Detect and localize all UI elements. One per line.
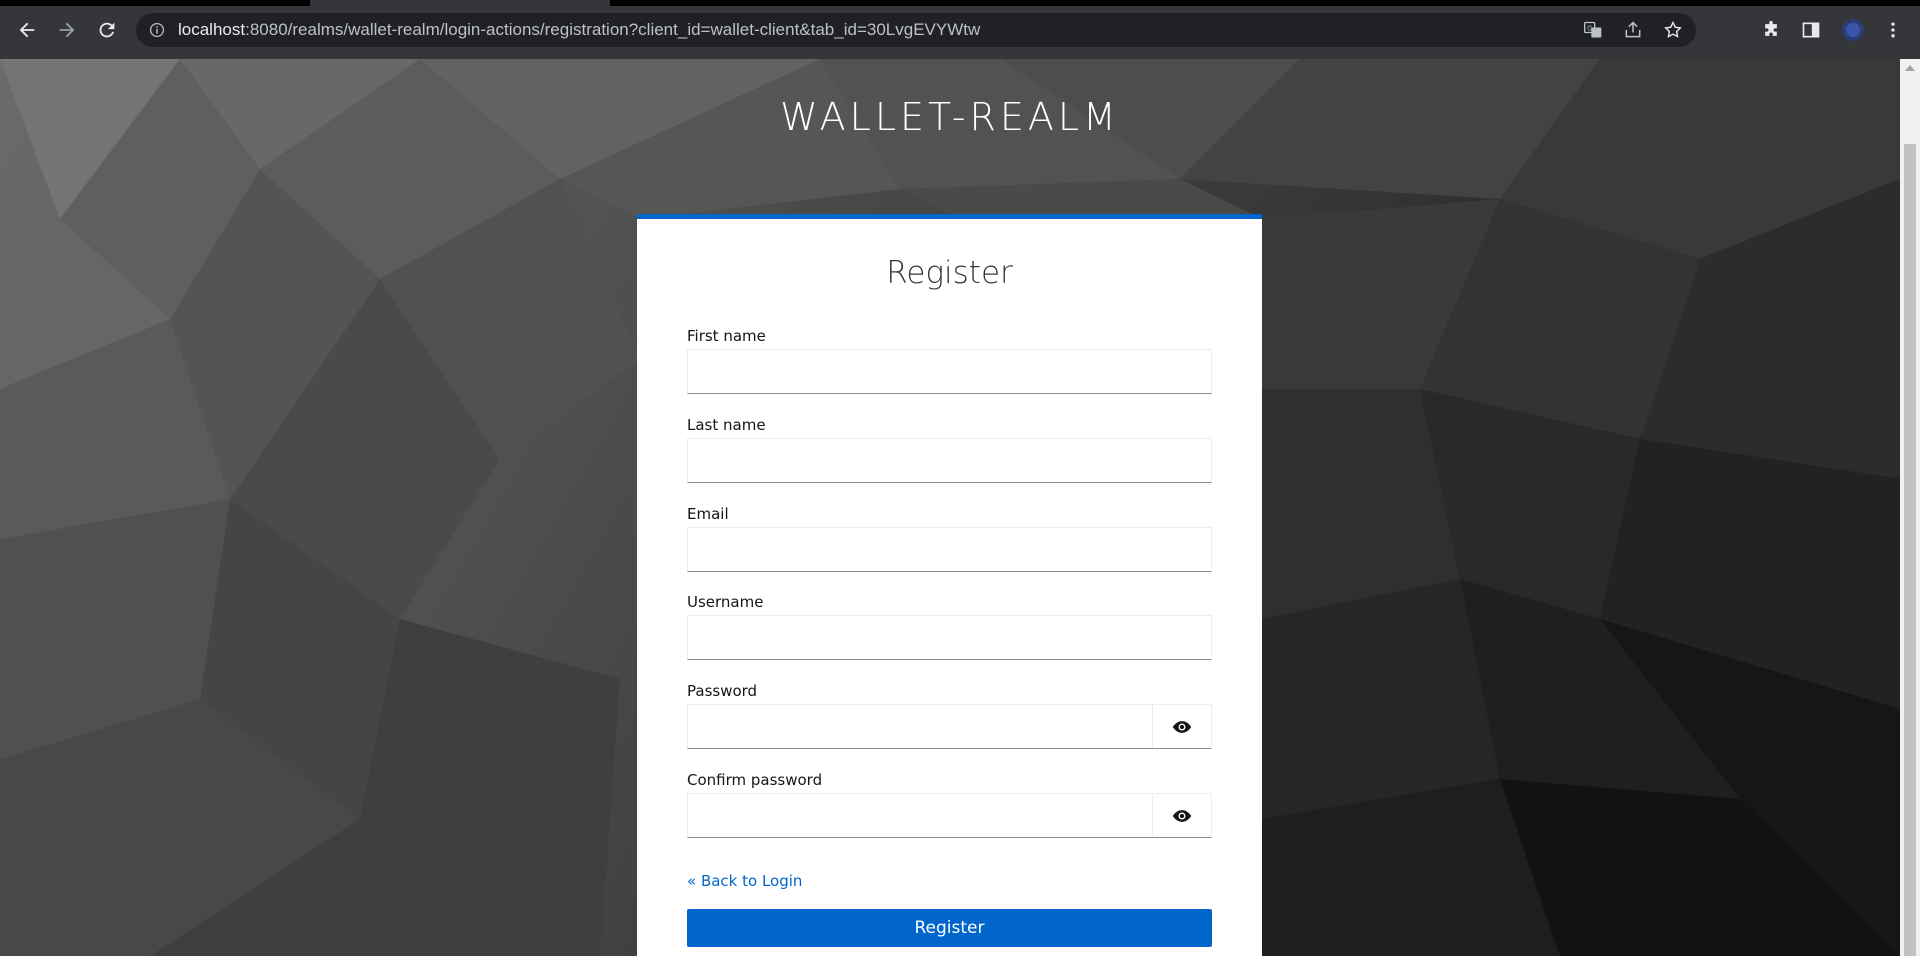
first-name-input[interactable]	[687, 349, 1212, 394]
show-password-icon[interactable]	[1152, 705, 1211, 748]
password-field	[687, 704, 1212, 749]
address-bar[interactable]: localhost:8080/realms/wallet-realm/login…	[136, 13, 1696, 47]
username-input[interactable]	[687, 615, 1212, 660]
reload-icon[interactable]	[92, 15, 122, 45]
url-path: :8080/realms/wallet-realm/login-actions/…	[245, 20, 981, 39]
password-label: Password	[687, 682, 758, 700]
confirm-password-group: Confirm password	[687, 771, 1212, 838]
back-icon[interactable]	[12, 15, 42, 45]
last-name-label: Last name	[687, 416, 766, 434]
svg-text:G: G	[1587, 24, 1592, 32]
url-host: localhost	[178, 20, 246, 39]
confirm-password-input[interactable]	[688, 794, 1152, 837]
register-button[interactable]: Register	[687, 909, 1212, 947]
show-confirm-password-icon[interactable]	[1152, 794, 1211, 837]
scroll-up-arrow-icon[interactable]	[1905, 65, 1915, 71]
password-group: Password	[687, 682, 1212, 749]
confirm-password-label: Confirm password	[687, 771, 823, 789]
profile-avatar-icon[interactable]	[1840, 17, 1866, 43]
first-name-label: First name	[687, 327, 766, 345]
browser-toolbar: localhost:8080/realms/wallet-realm/login…	[0, 0, 1920, 59]
email-label: Email	[687, 505, 729, 523]
page-scrollbar[interactable]	[1900, 59, 1920, 956]
forward-icon[interactable]	[52, 15, 82, 45]
translate-icon[interactable]: G	[1580, 17, 1606, 43]
tab-strip-edge	[0, 0, 310, 6]
email-input[interactable]	[687, 527, 1212, 572]
extensions-icon[interactable]	[1758, 17, 1784, 43]
side-panel-icon[interactable]	[1798, 17, 1824, 43]
back-to-login-link[interactable]: « Back to Login	[687, 872, 802, 890]
register-card: Register First name Last name Email User…	[637, 214, 1262, 956]
email-group: Email	[687, 505, 1212, 572]
realm-title: WALLET-REALM	[780, 95, 1120, 139]
username-group: Username	[687, 593, 1212, 660]
last-name-input[interactable]	[687, 438, 1212, 483]
page-background: WALLET-REALM Register First name Last na…	[0, 59, 1900, 956]
tab-strip-edge	[610, 0, 1920, 6]
scrollbar-thumb[interactable]	[1904, 144, 1916, 956]
share-icon[interactable]	[1620, 17, 1646, 43]
last-name-group: Last name	[687, 416, 1212, 483]
password-input[interactable]	[688, 705, 1152, 748]
first-name-group: First name	[687, 327, 1212, 394]
confirm-password-field	[687, 793, 1212, 838]
more-menu-icon[interactable]	[1880, 17, 1906, 43]
bookmark-star-icon[interactable]	[1660, 17, 1686, 43]
username-label: Username	[687, 593, 764, 611]
site-info-icon[interactable]	[148, 21, 166, 39]
form-title: Register	[886, 255, 1013, 291]
url-text[interactable]: localhost:8080/realms/wallet-realm/login…	[178, 20, 980, 40]
